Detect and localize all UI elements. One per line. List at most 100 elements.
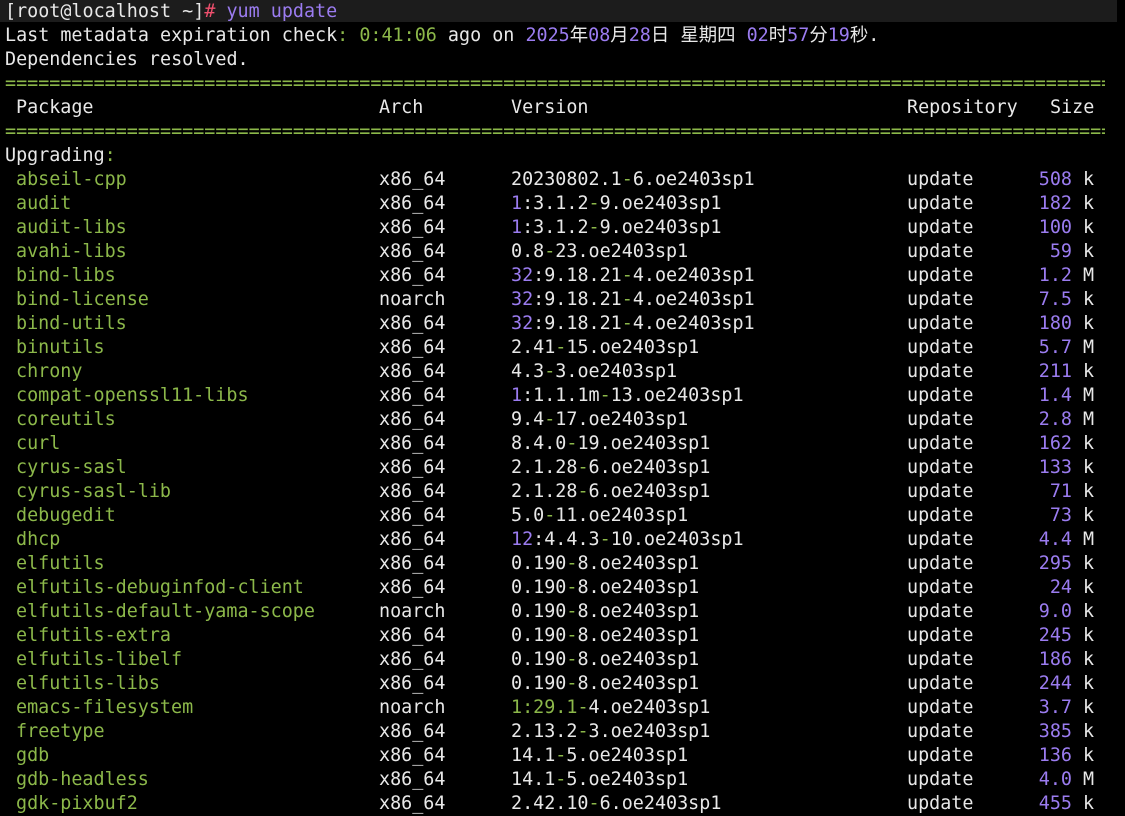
package-size: 244 — [1038, 673, 1072, 694]
version-dash: - — [555, 337, 567, 358]
version-release: 8.oe2403sp1 — [577, 673, 700, 694]
package-version: 5.0-11.oe2403sp1 — [511, 504, 688, 528]
table-row: bind-utils x86_64 32:9.18.21-4.oe2403sp1 up… — [0, 312, 1125, 336]
package-repo: update — [907, 673, 974, 694]
package-version: 32:9.18.21-4.oe2403sp1 — [511, 288, 755, 312]
metadata-line: Last metadata expiration check: 0:41:06 … — [5, 24, 879, 48]
package-arch: x86_64 — [379, 721, 446, 742]
table-row: abseil-cpp x86_64 20230802.1-6.oe2403sp1 up… — [0, 168, 1125, 192]
version-number: 0.190 — [511, 577, 567, 598]
package-size-unit: k — [1083, 505, 1095, 526]
section-label: Upgrading — [5, 145, 105, 166]
header-version: Version — [511, 97, 589, 118]
package-arch: x86_64 — [379, 409, 446, 430]
version-dash: - — [555, 769, 567, 790]
package-name: bind-utils — [16, 313, 127, 334]
package-arch: x86_64 — [379, 385, 446, 406]
package-version: 14.1-5.oe2403sp1 — [511, 744, 688, 768]
version-release: 6.oe2403sp1 — [632, 169, 755, 190]
table-header: Package Arch Version Repository Size — [0, 96, 1125, 120]
package-size-unit: M — [1083, 409, 1095, 430]
version-number: 4.3 — [511, 361, 545, 382]
version-release: 3.oe2403sp1 — [555, 361, 678, 382]
version-number: 9.4 — [511, 409, 545, 430]
version-release: 19.oe2403sp1 — [577, 433, 711, 454]
metadata-second-char: 秒 — [849, 25, 869, 46]
package-version: 0.190-8.oe2403sp1 — [511, 648, 699, 672]
package-version: 8.4.0-19.oe2403sp1 — [511, 432, 710, 456]
package-version: 1:3.1.2-9.oe2403sp1 — [511, 192, 721, 216]
version-release: 13.oe2403sp1 — [610, 385, 744, 406]
table-row: dhcp x86_64 12:4.4.3-10.oe2403sp1 update 4.4… — [0, 528, 1125, 552]
package-repo: update — [907, 649, 974, 670]
package-arch: x86_64 — [379, 193, 446, 214]
table-row: bind-libs x86_64 32:9.18.21-4.oe2403sp1 upd… — [0, 264, 1125, 288]
package-size: 295 — [1038, 553, 1072, 574]
package-size: 182 — [1038, 193, 1072, 214]
version-dash: - — [621, 289, 633, 310]
package-name: bind-libs — [16, 265, 116, 286]
package-size: 1.4 — [1038, 385, 1072, 406]
package-arch: noarch — [379, 601, 446, 622]
package-repo: update — [907, 793, 974, 814]
package-repo: update — [907, 481, 974, 502]
version-dash: - — [588, 193, 600, 214]
package-size-unit: k — [1083, 241, 1095, 262]
package-size: 9.0 — [1038, 601, 1072, 622]
version-number: 0.190 — [511, 649, 567, 670]
version-epoch-colon: : — [522, 697, 534, 718]
terminal-window[interactable]: [root@localhost ~]# yum update Last meta… — [0, 0, 1125, 816]
table-row: gdb-headless x86_64 14.1-5.oe2403sp1 update… — [0, 768, 1125, 792]
package-size-unit: k — [1083, 625, 1095, 646]
package-repo: update — [907, 625, 974, 646]
version-epoch-colon: : — [533, 289, 545, 310]
package-arch: x86_64 — [379, 553, 446, 574]
package-name: binutils — [16, 337, 105, 358]
version-release: 4.oe2403sp1 — [632, 313, 755, 334]
package-repo: update — [907, 193, 974, 214]
metadata-hour-char: 时 — [768, 25, 788, 46]
section-colon: : — [104, 145, 116, 166]
package-name: cyrus-sasl — [16, 457, 127, 478]
package-version: 1:1.1.1m-13.oe2403sp1 — [511, 384, 744, 408]
package-size-unit: k — [1083, 481, 1095, 502]
version-epoch-colon: : — [533, 313, 545, 334]
package-name: curl — [16, 433, 61, 454]
version-dash: - — [577, 481, 589, 502]
package-name: bind-license — [16, 289, 149, 310]
table-row: avahi-libs x86_64 0.8-23.oe2403sp1 update 59… — [0, 240, 1125, 264]
metadata-ago-on: ago on — [447, 25, 515, 46]
table-row: elfutils-extra x86_64 0.190-8.oe2403sp1 upd… — [0, 624, 1125, 648]
version-epoch-colon: : — [522, 217, 534, 238]
version-dash: - — [577, 457, 589, 478]
package-name: freetype — [16, 721, 105, 742]
table-row: elfutils-default-yama-scope noarch 0.190-8… — [0, 600, 1125, 624]
version-number: 2.41 — [511, 337, 556, 358]
version-number: 14.1 — [511, 745, 556, 766]
version-dash: - — [544, 241, 556, 262]
package-size-unit: k — [1083, 673, 1095, 694]
metadata-minute-char: 分 — [809, 25, 828, 46]
version-epoch-colon: : — [533, 265, 545, 286]
table-row: elfutils-debuginfod-client x86_64 0.190-8.… — [0, 576, 1125, 600]
metadata-elapsed: 0:41:06 — [359, 25, 437, 46]
package-version: 0.190-8.oe2403sp1 — [511, 624, 699, 648]
version-number: 0.190 — [511, 673, 567, 694]
package-name: debugedit — [16, 505, 116, 526]
metadata-end: . — [868, 25, 880, 46]
table-row: audit x86_64 1:3.1.2-9.oe2403sp1 update 182 k — [0, 192, 1125, 216]
metadata-day: 28 — [628, 25, 651, 46]
version-dash: - — [566, 601, 578, 622]
version-epoch: 32 — [511, 289, 534, 310]
package-repo: update — [907, 313, 974, 334]
package-version: 2.1.28-6.oe2403sp1 — [511, 480, 710, 504]
version-number: 9.18.21 — [544, 313, 622, 334]
version-release: 6.oe2403sp1 — [599, 793, 722, 814]
version-release: 15.oe2403sp1 — [566, 337, 700, 358]
section-upgrading: Upgrading: — [5, 144, 116, 168]
package-size-unit: k — [1083, 721, 1095, 742]
version-number: 0.190 — [511, 601, 567, 622]
dependencies-line: Dependencies resolved. — [5, 49, 249, 70]
package-version: 2.13.2-3.oe2403sp1 — [511, 720, 710, 744]
package-size: 3.7 — [1038, 697, 1072, 718]
